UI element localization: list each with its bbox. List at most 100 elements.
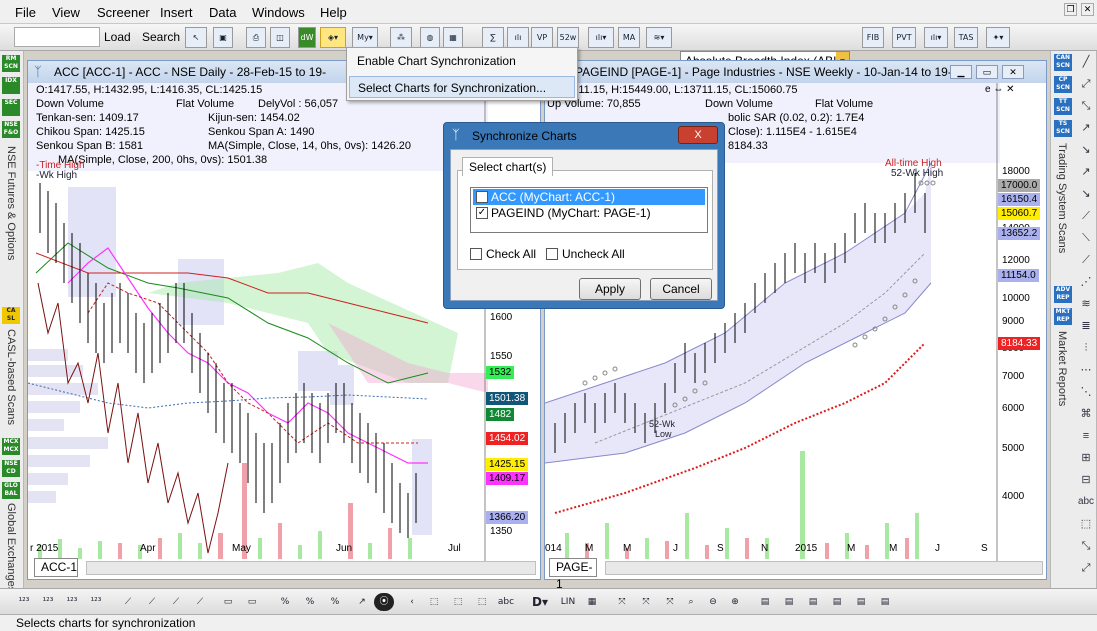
fib-tool-icon[interactable]: %: [300, 593, 320, 611]
chart-list-item[interactable]: ✓ PAGEIND (MyChart: PAGE-1): [473, 205, 705, 221]
close-icon[interactable]: ✕: [1002, 65, 1024, 79]
tool-icon[interactable]: ↗: [1076, 161, 1096, 183]
checkbox-checked-icon[interactable]: ✓: [476, 207, 488, 219]
enable-sync-menu-item[interactable]: Enable Chart Synchronization: [349, 50, 575, 72]
pivot-icon[interactable]: PVT: [892, 27, 916, 48]
tool-icon[interactable]: ╱: [1076, 51, 1096, 73]
chart-tab-acc[interactable]: ACC-1: [34, 558, 78, 577]
restore-icon[interactable]: ❐: [1064, 3, 1077, 16]
linear-scale-button[interactable]: LIN: [558, 593, 578, 611]
tool-icon[interactable]: ⋱: [1076, 381, 1096, 403]
preview-icon[interactable]: ◫: [270, 27, 290, 48]
network-icon[interactable]: ⁂: [390, 27, 412, 48]
document-icon[interactable]: ▤: [780, 593, 798, 611]
tool-icon[interactable]: ≣: [1076, 315, 1096, 337]
advance-report-button[interactable]: ADV REP: [1054, 286, 1072, 303]
zoom-123-icon[interactable]: ¹²³: [14, 593, 34, 611]
text-box-icon[interactable]: ▭: [218, 593, 238, 611]
chart-options-icon[interactable]: e ⇔ ✕: [985, 83, 1015, 97]
select-charts-menu-item[interactable]: Select Charts for Synchronization...: [349, 76, 575, 98]
vp-icon[interactable]: VP: [531, 27, 553, 48]
mcx-button[interactable]: MCX MCX: [2, 438, 20, 455]
close-icon[interactable]: ✕: [1081, 3, 1094, 16]
expand-icon[interactable]: ⤧: [612, 593, 632, 611]
line-tool-icon[interactable]: ⟋: [190, 593, 210, 611]
index-button[interactable]: IDX: [2, 77, 20, 94]
expand-icon[interactable]: ⤧: [660, 593, 680, 611]
my-charts-icon[interactable]: My▾: [352, 27, 378, 48]
tool-icon[interactable]: ⟍: [1076, 227, 1096, 249]
overlay-icon[interactable]: ≋▾: [646, 27, 672, 48]
dialog-close-button[interactable]: X: [678, 126, 718, 144]
zoom-123-icon[interactable]: ¹²³: [86, 593, 106, 611]
horizontal-scrollbar[interactable]: [86, 561, 536, 575]
horizontal-scrollbar[interactable]: [605, 561, 1043, 575]
indicator-icon[interactable]: ∑: [482, 27, 504, 48]
chevron-left-icon[interactable]: ‹: [402, 593, 422, 611]
save-icon[interactable]: ▣: [213, 27, 233, 48]
maximize-icon[interactable]: ▭: [976, 65, 998, 79]
shape-tool-icon[interactable]: ⬚: [448, 593, 468, 611]
casl-button[interactable]: CA SL: [2, 307, 20, 324]
tas-icon[interactable]: TAS: [954, 27, 978, 48]
menu-screener[interactable]: Screener: [97, 5, 150, 20]
tool-icon[interactable]: ⤢: [1076, 73, 1096, 95]
chart-list-item[interactable]: ✓ ACC (MyChart: ACC-1): [473, 189, 705, 205]
zoom-123-icon[interactable]: ¹²³: [62, 593, 82, 611]
global-button[interactable]: GLO BAL: [2, 482, 20, 499]
line-tool-icon[interactable]: ⟋: [118, 593, 138, 611]
candle-scan-button[interactable]: CAN SCN: [1054, 54, 1072, 71]
line-tool-icon[interactable]: ⟋: [142, 593, 162, 611]
checkbox-checked-icon[interactable]: ✓: [476, 191, 488, 203]
circle-tool-icon[interactable]: ⦿: [374, 593, 394, 611]
tt-scan-button[interactable]: TT SCN: [1054, 98, 1072, 115]
group-tab[interactable]: Select chart(s): [462, 157, 554, 176]
tool-icon[interactable]: ≋: [1076, 293, 1096, 315]
trading-system-scans-label[interactable]: Trading System Scans: [1056, 143, 1068, 253]
global-exchanges-label[interactable]: Global Exchanges: [5, 503, 17, 592]
chart-listbox[interactable]: ✓ ACC (MyChart: ACC-1) ✓ PAGEIND (MyChart:…: [470, 187, 708, 233]
menu-file[interactable]: File: [15, 5, 36, 20]
tool-icon[interactable]: ⟋: [1076, 205, 1096, 227]
menu-help[interactable]: Help: [320, 5, 347, 20]
tool-icon[interactable]: ⤢: [1076, 557, 1096, 579]
sync-charts-icon[interactable]: ◈▾: [320, 27, 346, 48]
nse-fo-button[interactable]: NSE F&O: [2, 121, 20, 138]
tool-icon[interactable]: ↘: [1076, 139, 1096, 161]
document-icon[interactable]: ▤: [852, 593, 870, 611]
menu-data[interactable]: Data: [209, 5, 236, 20]
text-tool-icon[interactable]: abc: [1076, 491, 1096, 513]
shape-tool-icon[interactable]: ⬚: [424, 593, 444, 611]
tool-icon[interactable]: ⊟: [1076, 469, 1096, 491]
tool-icon[interactable]: ≡: [1076, 425, 1096, 447]
tool-icon[interactable]: ↗: [1076, 117, 1096, 139]
cursor-icon[interactable]: ↖: [185, 27, 207, 48]
check-all-checkbox[interactable]: Check All: [470, 247, 536, 261]
minimize-icon[interactable]: ▁: [950, 65, 972, 79]
zoom-123-icon[interactable]: ¹²³: [38, 593, 58, 611]
document-icon[interactable]: ▤: [756, 593, 774, 611]
tool-icon[interactable]: ⬚: [1076, 513, 1096, 535]
fib-tool-icon[interactable]: %: [325, 593, 345, 611]
shape-tool-icon[interactable]: ⬚: [472, 593, 492, 611]
load-button[interactable]: Load: [104, 30, 131, 44]
tool-icon[interactable]: ⤡: [1076, 95, 1096, 117]
wand-icon[interactable]: ✦▾: [986, 27, 1010, 48]
document-icon[interactable]: ▤: [804, 593, 822, 611]
tool-icon[interactable]: ⌘: [1076, 403, 1096, 425]
ma-icon[interactable]: MA: [618, 27, 640, 48]
tool-icon[interactable]: ⋰: [1076, 271, 1096, 293]
rm-scan-button[interactable]: RM SCN: [2, 55, 20, 72]
uncheck-all-checkbox[interactable]: Uncheck All: [546, 247, 625, 261]
document-icon[interactable]: ▤: [876, 593, 894, 611]
apply-button[interactable]: Apply: [579, 278, 641, 300]
tool-icon[interactable]: ⫶: [1076, 337, 1096, 359]
chart-tab-pageind[interactable]: PAGE-1: [549, 558, 597, 591]
tool-icon[interactable]: ⟋: [1076, 249, 1096, 271]
globe-icon[interactable]: ◍: [420, 27, 440, 48]
abc-tool-icon[interactable]: abc: [496, 593, 516, 611]
zoom-in-icon[interactable]: ⊕: [726, 593, 744, 611]
menu-insert[interactable]: Insert: [160, 5, 193, 20]
nse-cd-button[interactable]: NSE CD: [2, 460, 20, 477]
ts-scan-button[interactable]: TS SCN: [1054, 120, 1072, 137]
